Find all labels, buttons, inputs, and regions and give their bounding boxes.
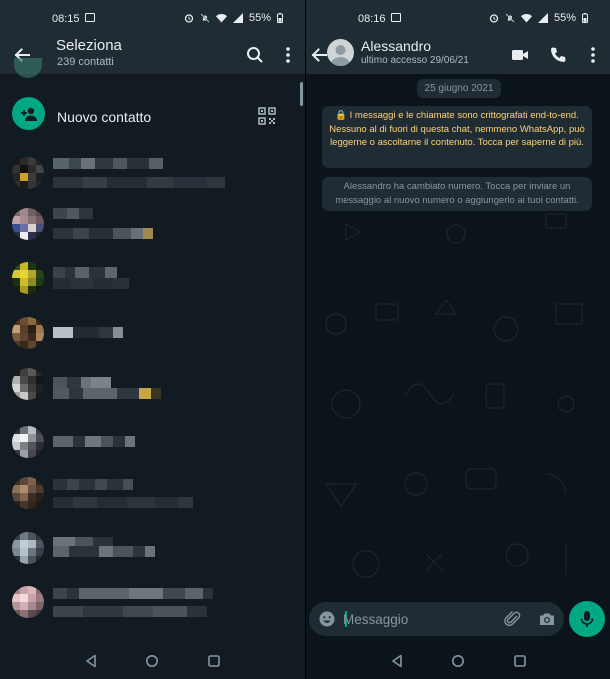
contact-avatar — [12, 477, 44, 509]
contact-name-pixelated — [53, 208, 93, 219]
nav-recents-icon[interactable] — [513, 654, 527, 668]
contact-avatar — [12, 157, 44, 189]
contact-avatar — [12, 368, 44, 400]
battery-icon — [277, 13, 283, 23]
contact-status-pixelated — [53, 497, 193, 508]
nav-home-icon[interactable] — [145, 654, 159, 668]
contact-row[interactable] — [0, 145, 305, 201]
attach-paperclip-icon[interactable] — [504, 610, 522, 628]
contact-row[interactable] — [0, 252, 305, 308]
contact-status-pixelated — [53, 278, 129, 289]
mute-bell-icon — [200, 13, 210, 23]
contact-row[interactable] — [0, 305, 305, 361]
contact-name-pixelated — [53, 267, 117, 278]
nav-recents-icon[interactable] — [207, 654, 221, 668]
new-contact-label: Nuovo contatto — [57, 109, 152, 125]
contact-picker-screen: 08:15 55% Seleziona 239 contatti Nuovo c… — [0, 0, 305, 679]
contact-name[interactable]: Alessandro — [361, 38, 431, 54]
status-bar: 08:15 55% — [0, 0, 305, 36]
message-composer[interactable] — [309, 602, 564, 636]
page-title: Seleziona — [56, 37, 122, 54]
gallery-notification-icon — [85, 13, 95, 22]
status-time: 08:15 — [52, 13, 80, 25]
date-chip: 25 giugno 2021 — [417, 79, 501, 98]
contact-name-pixelated — [53, 436, 135, 447]
wifi-icon — [215, 14, 227, 23]
mute-bell-icon — [505, 13, 515, 23]
nav-back-icon[interactable] — [390, 654, 404, 668]
contact-row[interactable] — [0, 414, 305, 470]
microphone-icon — [580, 611, 594, 627]
qr-code-icon[interactable] — [258, 107, 276, 125]
contact-name-pixelated — [53, 377, 111, 388]
contact-avatar — [12, 208, 44, 240]
nav-back-icon[interactable] — [84, 654, 98, 668]
status-bar: 08:16 55% — [306, 0, 610, 36]
nav-home-icon[interactable] — [451, 654, 465, 668]
contact-name-pixelated — [53, 158, 163, 169]
system-nav-bar — [306, 641, 610, 679]
add-contact-icon — [12, 97, 45, 130]
contact-status-pixelated — [53, 606, 207, 617]
encryption-notice[interactable]: 🔒 I messaggi e le chiamate sono crittogr… — [322, 106, 592, 168]
wifi-icon — [520, 14, 532, 23]
message-input[interactable] — [343, 610, 493, 628]
app-bar: Seleziona 239 contatti — [0, 36, 305, 74]
contact-name-pixelated — [53, 327, 123, 338]
contact-row[interactable] — [0, 200, 305, 256]
contact-status-pixelated — [53, 177, 225, 188]
contact-row[interactable] — [0, 467, 305, 523]
contact-avatar[interactable] — [327, 39, 354, 66]
voice-message-button[interactable] — [569, 601, 605, 637]
more-options-icon[interactable] — [582, 44, 604, 66]
contact-status-pixelated — [53, 228, 153, 239]
default-avatar-icon — [330, 45, 351, 66]
contact-row[interactable] — [0, 360, 305, 416]
camera-icon[interactable] — [538, 610, 556, 628]
search-icon[interactable] — [244, 44, 266, 66]
battery-percent: 55% — [553, 12, 576, 24]
contact-avatar — [12, 317, 44, 349]
voice-call-icon[interactable] — [547, 44, 569, 66]
contact-avatar — [12, 426, 44, 458]
contact-avatar — [12, 262, 44, 294]
video-call-icon[interactable] — [509, 44, 531, 66]
status-icons: 55% — [489, 12, 588, 24]
more-options-icon[interactable] — [277, 44, 299, 66]
contact-avatar — [12, 586, 44, 618]
contact-status-pixelated — [53, 546, 155, 557]
last-seen: ultimo accesso 29/06/21 — [361, 55, 469, 66]
gallery-notification-icon — [391, 13, 401, 22]
back-arrow-icon[interactable] — [309, 45, 329, 65]
battery-icon — [582, 13, 588, 23]
contacts-count: 239 contatti — [57, 56, 114, 68]
signal-icon — [537, 13, 548, 23]
status-icons: 55% — [184, 12, 283, 24]
alarm-icon — [184, 14, 194, 23]
contact-name-pixelated — [53, 479, 133, 490]
alarm-icon — [489, 14, 499, 23]
contact-avatar — [12, 532, 44, 564]
status-time: 08:16 — [358, 13, 386, 25]
emoji-icon[interactable] — [318, 610, 336, 628]
battery-percent: 55% — [248, 12, 271, 24]
signal-icon — [232, 13, 243, 23]
contact-row[interactable] — [0, 576, 305, 632]
system-nav-bar — [0, 641, 305, 679]
number-change-notice[interactable]: Alessandro ha cambiato numero. Tocca per… — [322, 177, 592, 211]
contact-status-pixelated — [53, 388, 161, 399]
contact-row[interactable] — [0, 520, 305, 576]
partial-avatar — [14, 58, 42, 78]
chat-screen: 08:16 55% Alessandro ultimo accesso 29/0… — [306, 0, 610, 679]
contact-name-pixelated — [53, 588, 213, 599]
